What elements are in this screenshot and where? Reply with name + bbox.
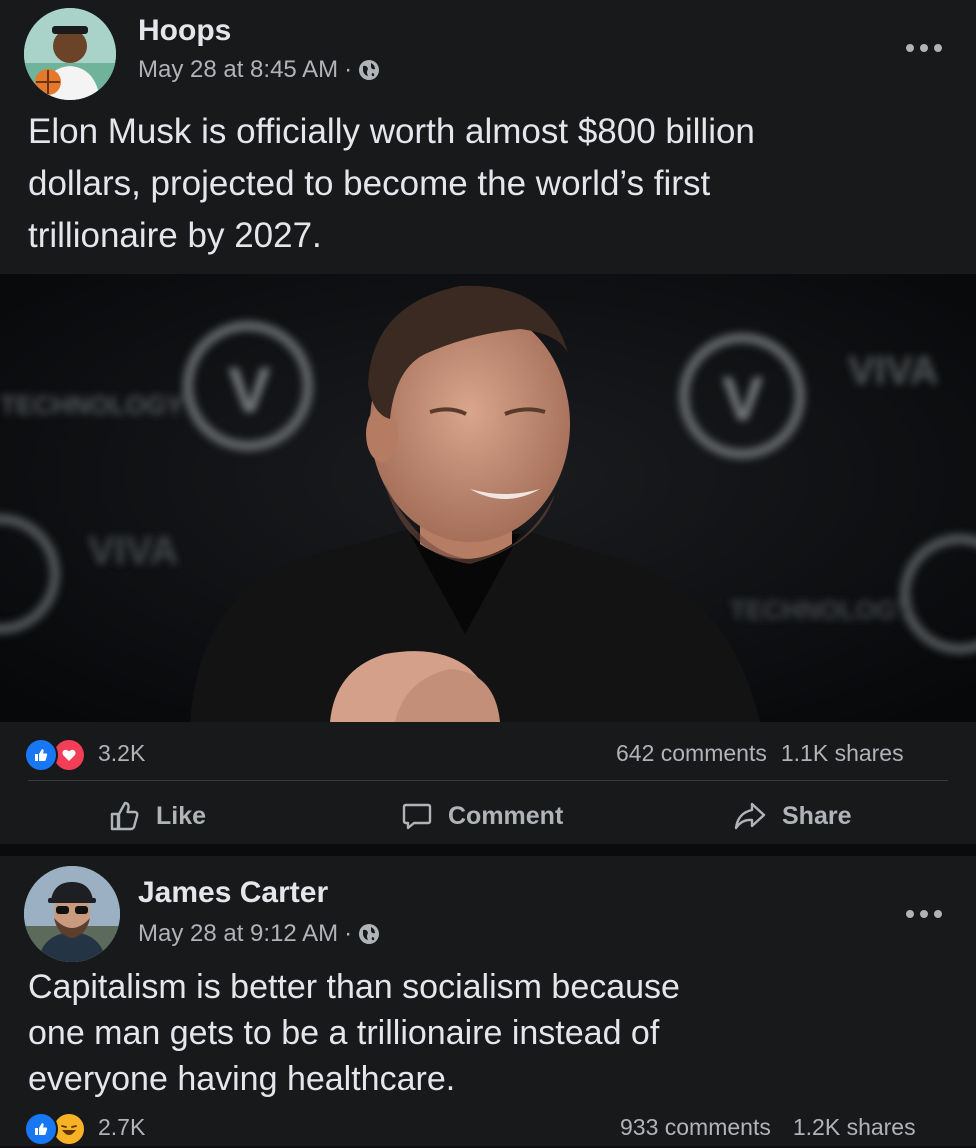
comment-label: Comment xyxy=(448,801,564,830)
post-timestamp[interactable]: May 28 at 8:45 AM xyxy=(138,56,338,84)
reaction-icons[interactable] xyxy=(24,738,86,772)
meta-separator: · xyxy=(344,920,353,947)
post-meta: May 28 at 9:12 AM · xyxy=(138,920,380,948)
thumbs-up-icon xyxy=(110,801,139,831)
divider xyxy=(28,780,948,781)
feed-gap xyxy=(0,844,976,856)
engagement-counts: 933 comments 1.2K shares xyxy=(620,1114,916,1141)
like-label: Like xyxy=(156,801,207,830)
backdrop-text: TECHNOLOGY xyxy=(730,595,913,625)
avatar[interactable] xyxy=(24,866,120,962)
post-photo[interactable]: V V TECHNOLOGY VIVA VIVA TECHNOLOGY xyxy=(0,274,976,722)
svg-text:V: V xyxy=(228,354,271,426)
reaction-icons[interactable] xyxy=(24,1112,86,1146)
svg-text:V: V xyxy=(722,365,763,434)
post-text: Elon Musk is officially worth almost $80… xyxy=(28,112,755,255)
share-button[interactable]: Share xyxy=(732,792,851,840)
shares-count[interactable]: 1.2K shares xyxy=(793,1114,916,1141)
post-text: Capitalism is better than socialism beca… xyxy=(28,968,680,1098)
backdrop-text: VIVA xyxy=(848,349,938,393)
comments-count[interactable]: 642 comments xyxy=(616,740,767,767)
more-options-button[interactable] xyxy=(906,906,948,922)
avatar[interactable] xyxy=(24,8,116,100)
comments-count[interactable]: 933 comments xyxy=(620,1114,771,1141)
globe-icon xyxy=(359,60,380,80)
backdrop-text: TECHNOLOGY xyxy=(0,390,183,420)
post-author[interactable]: Hoops xyxy=(138,14,231,48)
comment-icon xyxy=(402,803,432,830)
like-reaction-icon xyxy=(24,1112,58,1146)
share-icon xyxy=(734,802,766,830)
avatar-photo xyxy=(24,866,120,962)
more-options-button[interactable] xyxy=(906,40,948,56)
globe-icon xyxy=(359,924,380,944)
share-label: Share xyxy=(782,801,852,830)
post-stats: 3.2K 642 comments 1.1K shares xyxy=(0,734,976,774)
post-stats: 2.7K 933 comments 1.2K shares xyxy=(0,1108,976,1148)
post-author[interactable]: James Carter xyxy=(138,876,328,910)
post-card: Hoops May 28 at 8:45 AM · Elon Musk is o… xyxy=(0,0,976,844)
shares-count[interactable]: 1.1K shares xyxy=(781,740,904,767)
engagement-counts: 642 comments 1.1K shares xyxy=(616,740,904,767)
like-reaction-icon xyxy=(24,738,58,772)
like-button[interactable]: Like xyxy=(108,792,206,840)
avatar-illustration xyxy=(24,8,116,100)
post-card: James Carter May 28 at 9:12 AM · Capital… xyxy=(0,856,976,1146)
backdrop-text: VIVA xyxy=(88,529,178,573)
reaction-count[interactable]: 2.7K xyxy=(98,1114,145,1141)
meta-separator: · xyxy=(344,56,353,83)
comment-button[interactable]: Comment xyxy=(400,792,563,840)
photo-illustration: V V TECHNOLOGY VIVA VIVA TECHNOLOGY xyxy=(0,274,976,722)
reaction-count[interactable]: 3.2K xyxy=(98,740,145,767)
post-meta: May 28 at 8:45 AM · xyxy=(138,56,380,84)
post-timestamp[interactable]: May 28 at 9:12 AM xyxy=(138,920,338,948)
